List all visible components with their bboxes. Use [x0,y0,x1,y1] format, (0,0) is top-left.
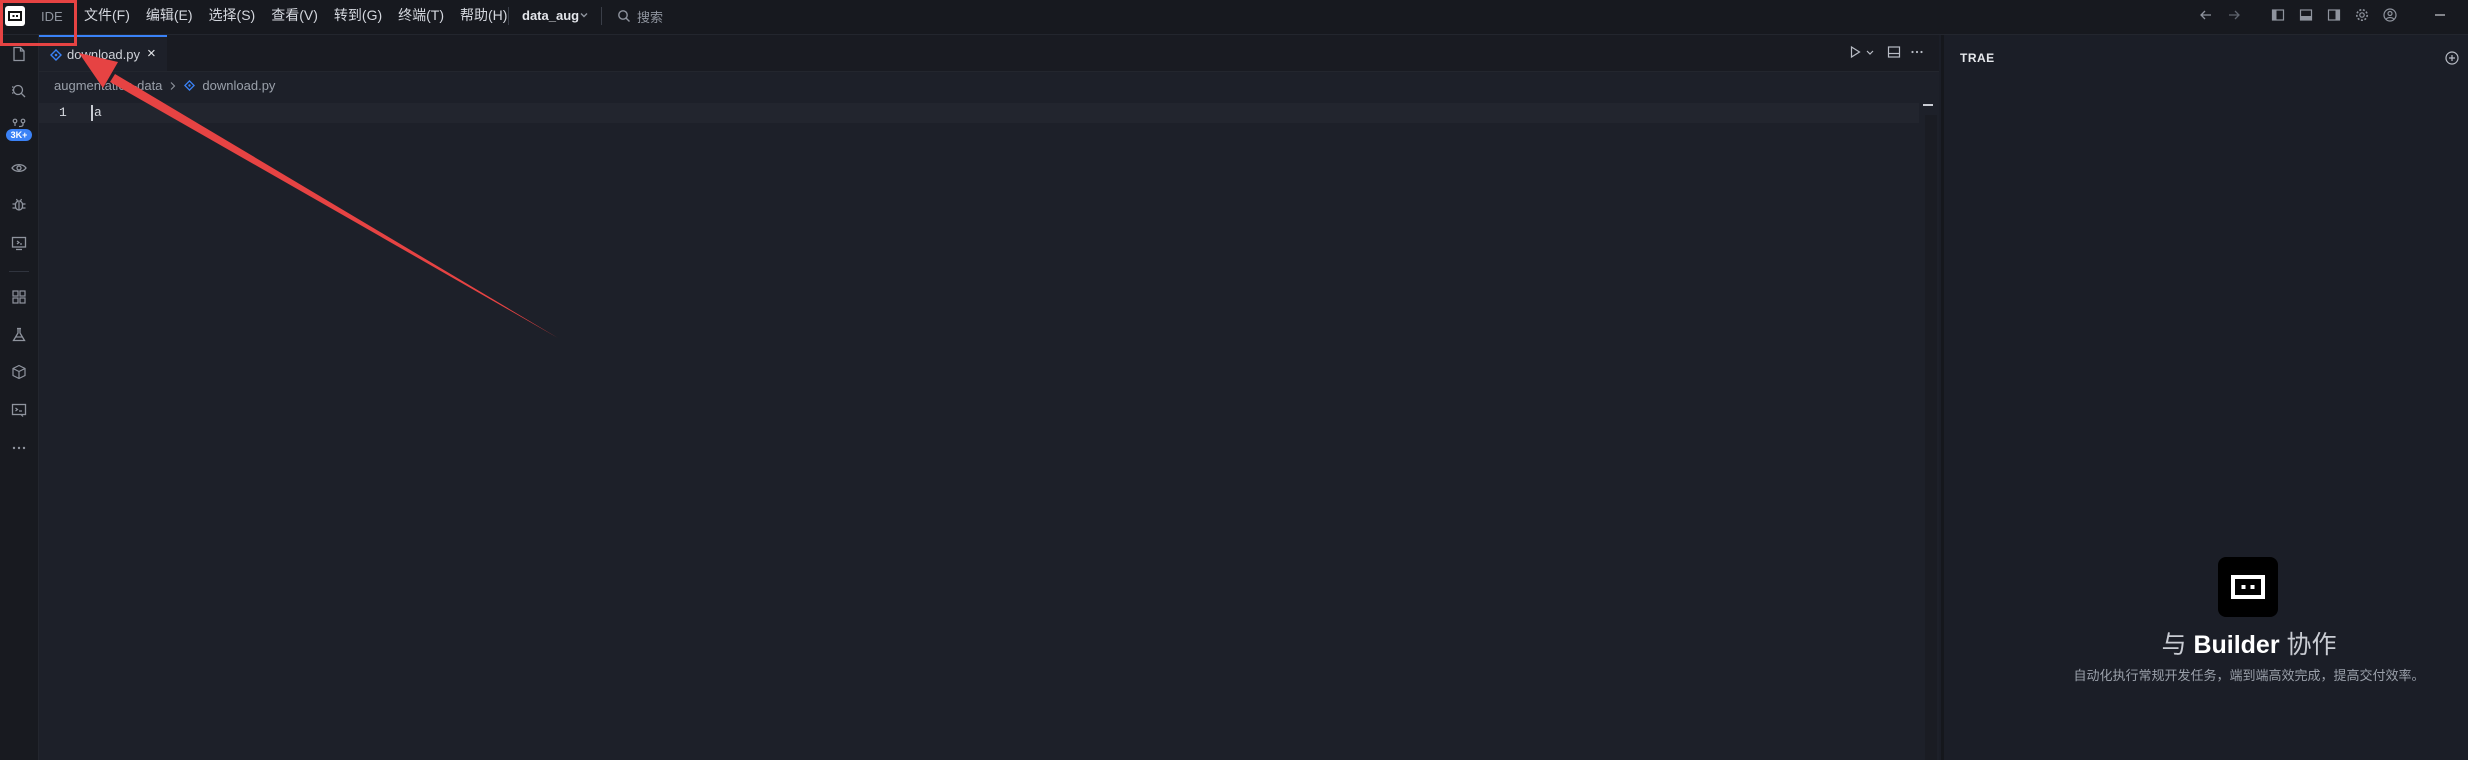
activity-bar: 3K+ [0,35,39,760]
new-chat-icon[interactable] [2444,50,2460,66]
menu-terminal[interactable]: 终端(T) [398,5,444,25]
text-cursor [91,105,93,121]
source-control-badge: 3K+ [6,129,32,141]
account-icon[interactable] [2382,7,2398,23]
builder-title-name: Builder [2193,631,2280,659]
line-number: 1 [59,105,67,120]
search-icon[interactable] [10,82,28,100]
run-icon[interactable] [1848,45,1862,59]
project-name[interactable]: data_aug [522,8,579,23]
preview-icon[interactable] [10,159,28,177]
panel-title: TRAE [1960,51,1995,65]
toggle-sidebar-icon[interactable] [2270,7,2286,23]
explorer-icon[interactable] [10,45,28,63]
builder-logo-icon [2218,557,2278,617]
chevron-down-icon[interactable] [578,9,590,21]
breadcrumb-folder[interactable]: augmentation-data [54,78,162,93]
title-bar: IDE 文件(F) 编辑(E) 选择(S) 查看(V) 转到(G) 终端(T) … [0,0,2468,35]
editor-tab-bar: download.py × [39,35,1939,72]
search-icon [617,9,631,23]
minimize-icon[interactable] [2432,7,2448,23]
terminal-icon[interactable] [10,401,28,419]
more-icon[interactable] [10,439,28,457]
python-file-icon [50,49,62,61]
menu-bar: 文件(F) 编辑(E) 选择(S) 查看(V) 转到(G) 终端(T) 帮助(H… [84,0,507,30]
toggle-secondary-sidebar-icon[interactable] [2326,7,2342,23]
code-line[interactable]: a [94,105,102,120]
menu-view[interactable]: 查看(V) [271,5,318,25]
builder-title-suffix: 协作 [2286,631,2337,659]
menu-file[interactable]: 文件(F) [84,5,130,25]
tab-label: download.py [67,47,140,62]
menu-help[interactable]: 帮助(H) [460,5,507,25]
editor-area: download.py × augmentation-data download… [39,35,1939,760]
more-actions-icon[interactable] [1910,45,1924,59]
builder-heading: 与 Builder 协作 [1944,625,2468,661]
toggle-panel-icon[interactable] [2298,7,2314,23]
gear-icon[interactable] [2354,7,2370,23]
remote-icon[interactable] [10,234,28,252]
ai-chat-panel: TRAE 与 Builder 协作 自动化执行常规开发任务，端到端高效完成，提高… [1944,35,2468,760]
search-box[interactable]: 搜索 [617,6,663,26]
builder-title-prefix: 与 [2161,631,2187,659]
breadcrumb: augmentation-data download.py [54,78,275,93]
back-arrow-icon[interactable] [2198,7,2214,23]
search-placeholder: 搜索 [637,9,664,25]
current-line-highlight [39,103,1919,123]
minimap-line [1923,104,1933,106]
extensions-icon[interactable] [10,288,28,306]
menu-go[interactable]: 转到(G) [334,5,382,25]
debug-icon[interactable] [10,196,28,214]
chevron-right-icon [169,81,177,91]
close-icon[interactable]: × [147,45,156,62]
menu-selection[interactable]: 选择(S) [209,5,256,25]
titlebar-divider [601,7,602,25]
python-file-icon [184,80,196,91]
annotation-highlight-box [0,0,77,46]
activity-divider [9,271,29,272]
forward-arrow-icon[interactable] [2226,7,2242,23]
menu-edit[interactable]: 编辑(E) [146,5,193,25]
titlebar-divider [508,7,509,25]
builder-subtitle: 自动化执行常规开发任务，端到端高效完成，提高交付效率。 [2073,668,2425,683]
breadcrumb-file[interactable]: download.py [202,78,275,93]
chevron-down-icon[interactable] [1865,45,1875,59]
package-icon[interactable] [10,363,28,381]
editor-scrollbar[interactable] [1925,115,1937,760]
split-editor-icon[interactable] [1887,45,1901,59]
testing-icon[interactable] [10,326,28,344]
